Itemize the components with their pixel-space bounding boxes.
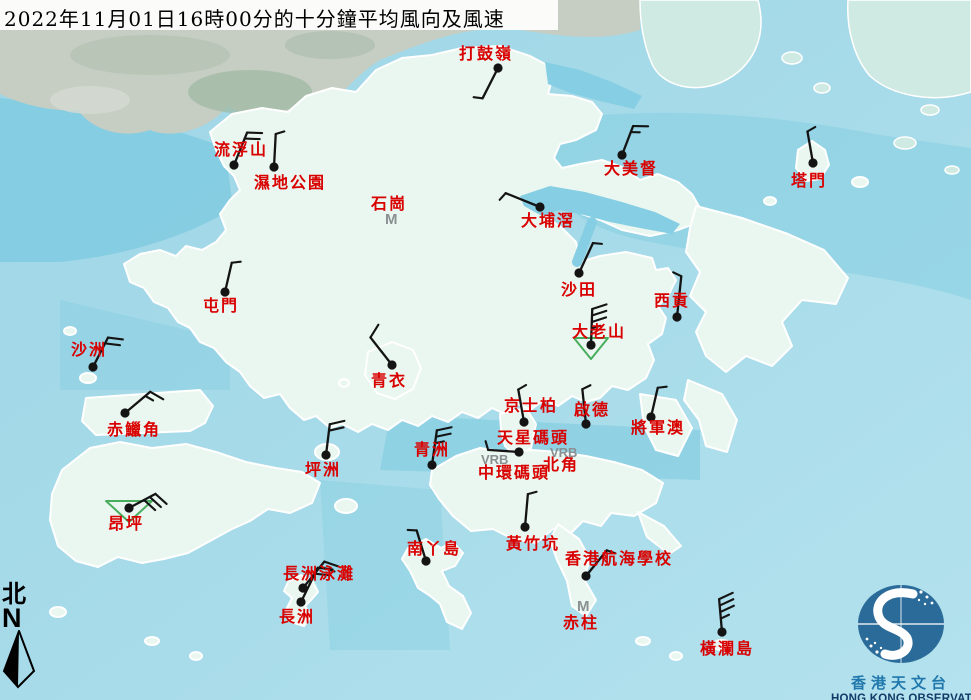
compass-n-label: N <box>2 606 42 630</box>
land-ma-wan <box>339 379 349 387</box>
hko-logo-cjk-text: 香港天文台 <box>831 672 971 693</box>
wind-map-page: 打鼓嶺流浮山濕地公園石崗M大美督塔門大埔滘屯門沙田西貢沙洲大老山青衣京士柏啟德將… <box>0 0 971 700</box>
land-waglan <box>713 640 731 650</box>
land-airport <box>82 390 213 435</box>
north-arrow-icon <box>2 630 42 692</box>
hko-logo-en-text: HONG KONG OBSERVATORY <box>831 693 971 700</box>
land-peng-chau <box>315 444 339 460</box>
land-hei-ling-chau <box>335 499 357 513</box>
hong-kong-map <box>0 0 971 700</box>
hko-logo-icon <box>831 580 971 666</box>
north-compass: 北 N <box>2 582 42 696</box>
land-sha-chau <box>80 373 96 383</box>
map-title: 2022年11月01日16時00分的十分鐘平均風向及風速 <box>0 0 558 30</box>
hko-logo: 香港天文台 HONG KONG OBSERVATORY <box>831 580 971 700</box>
land-po-toi <box>636 637 650 645</box>
